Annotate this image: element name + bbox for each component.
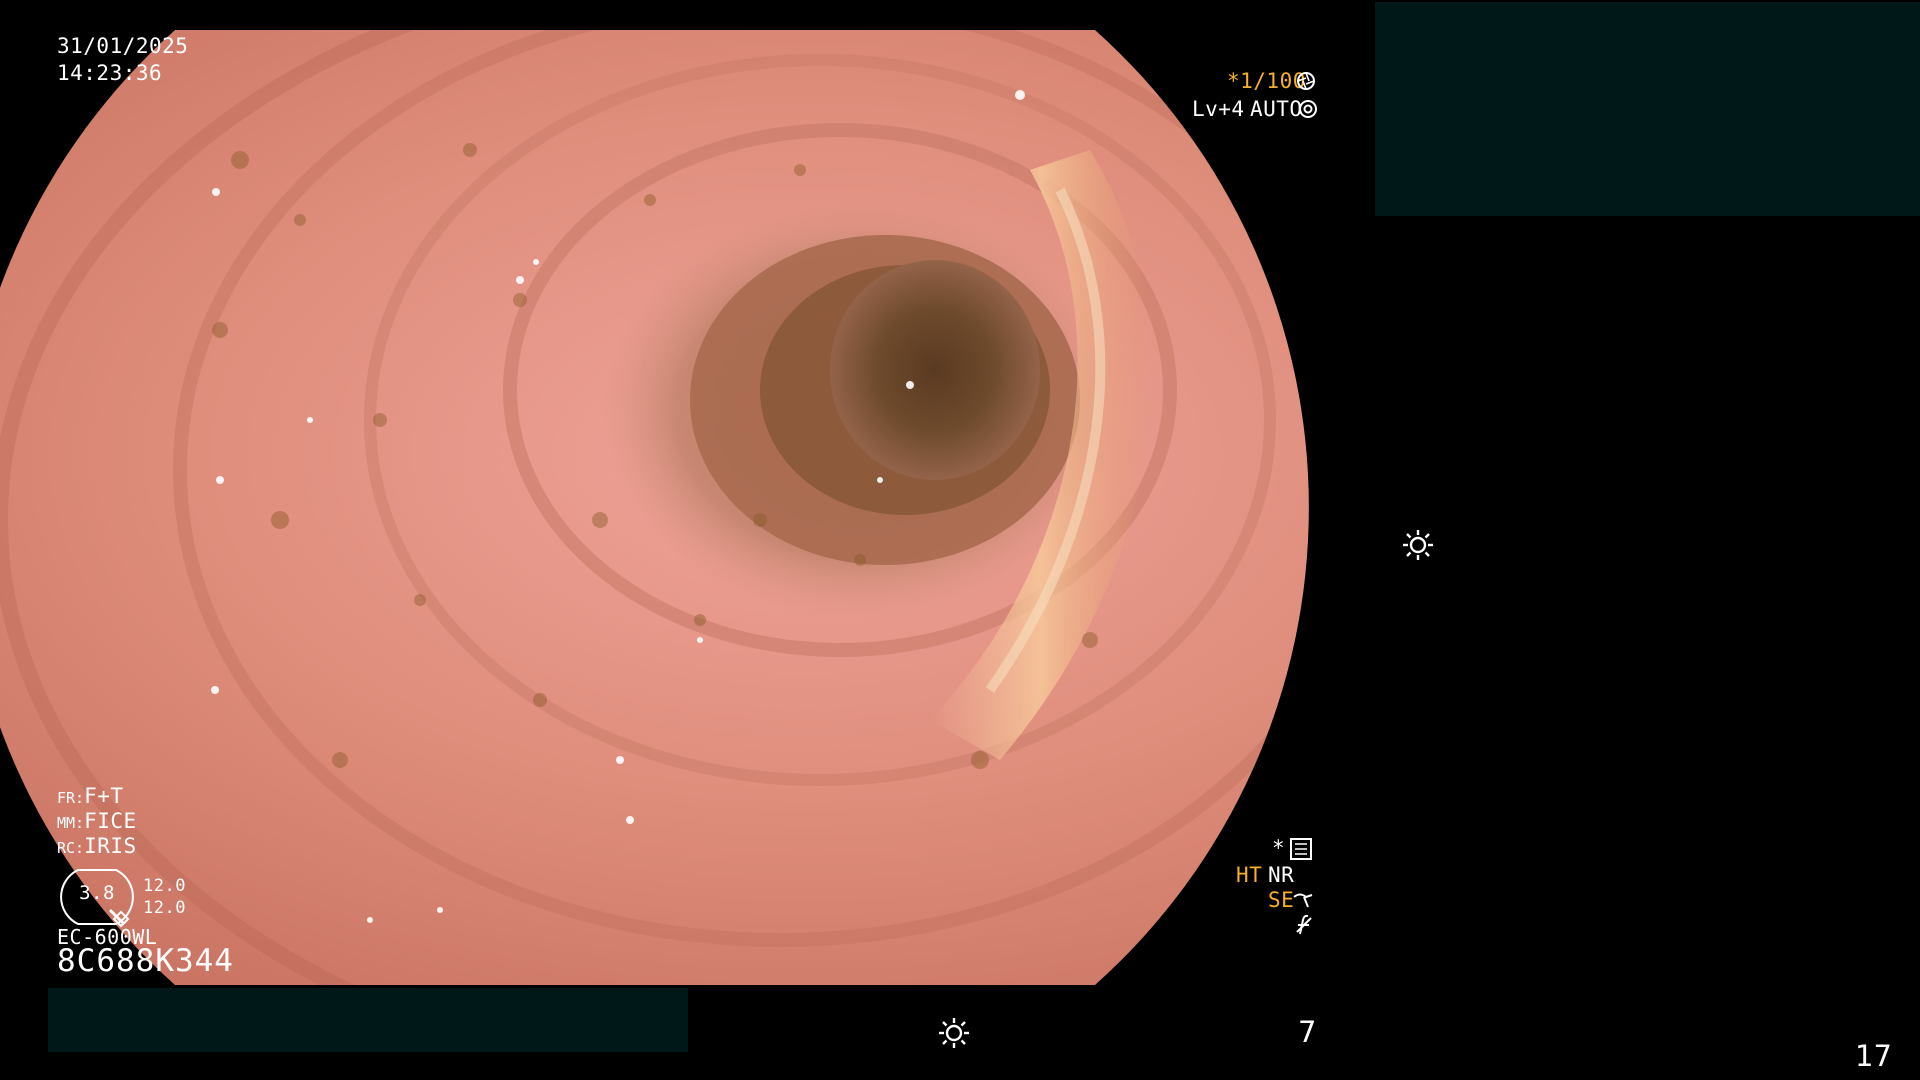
rc-value: IRIS bbox=[84, 834, 137, 858]
fr-label: FR: bbox=[57, 789, 85, 807]
redaction-panel-top-right bbox=[1375, 2, 1920, 216]
aperture-icon bbox=[1297, 72, 1315, 90]
corner-number: 17 bbox=[1855, 1039, 1892, 1073]
gauge-bottom-value: 12.0 bbox=[143, 898, 186, 918]
sun-icon bbox=[1403, 530, 1433, 560]
nr-label: NR bbox=[1268, 863, 1295, 887]
shutter-speed-label: *1/100 bbox=[1227, 69, 1306, 93]
time-label: 14:23:36 bbox=[57, 61, 163, 85]
exposure-mode-label: AUTO bbox=[1250, 97, 1303, 121]
gauge-value: 3.8 bbox=[79, 882, 115, 904]
asterisk-label: * bbox=[1272, 836, 1286, 860]
se-label: SE bbox=[1268, 888, 1295, 912]
fr-value: F+T bbox=[84, 784, 124, 808]
rc-label: RC: bbox=[57, 839, 85, 857]
level-label: Lv+4 bbox=[1192, 97, 1245, 121]
slash-f-icon bbox=[1296, 914, 1312, 935]
bottom-number: 7 bbox=[1298, 1015, 1317, 1049]
ht-label: HT bbox=[1236, 863, 1263, 887]
serial-number-label: 8C688K344 bbox=[57, 943, 234, 979]
mm-value: FICE bbox=[84, 809, 137, 833]
rc-row: RC:IRIS bbox=[57, 833, 137, 862]
mm-label: MM: bbox=[57, 814, 85, 832]
settings-box-icon bbox=[1290, 838, 1312, 860]
enhancement-icon bbox=[1293, 893, 1313, 908]
redaction-panel-bottom-left bbox=[48, 988, 688, 1052]
sun-icon-bottom bbox=[939, 1018, 969, 1048]
date-label: 31/01/2025 bbox=[57, 34, 189, 58]
auto-exposure-icon bbox=[1299, 100, 1317, 118]
